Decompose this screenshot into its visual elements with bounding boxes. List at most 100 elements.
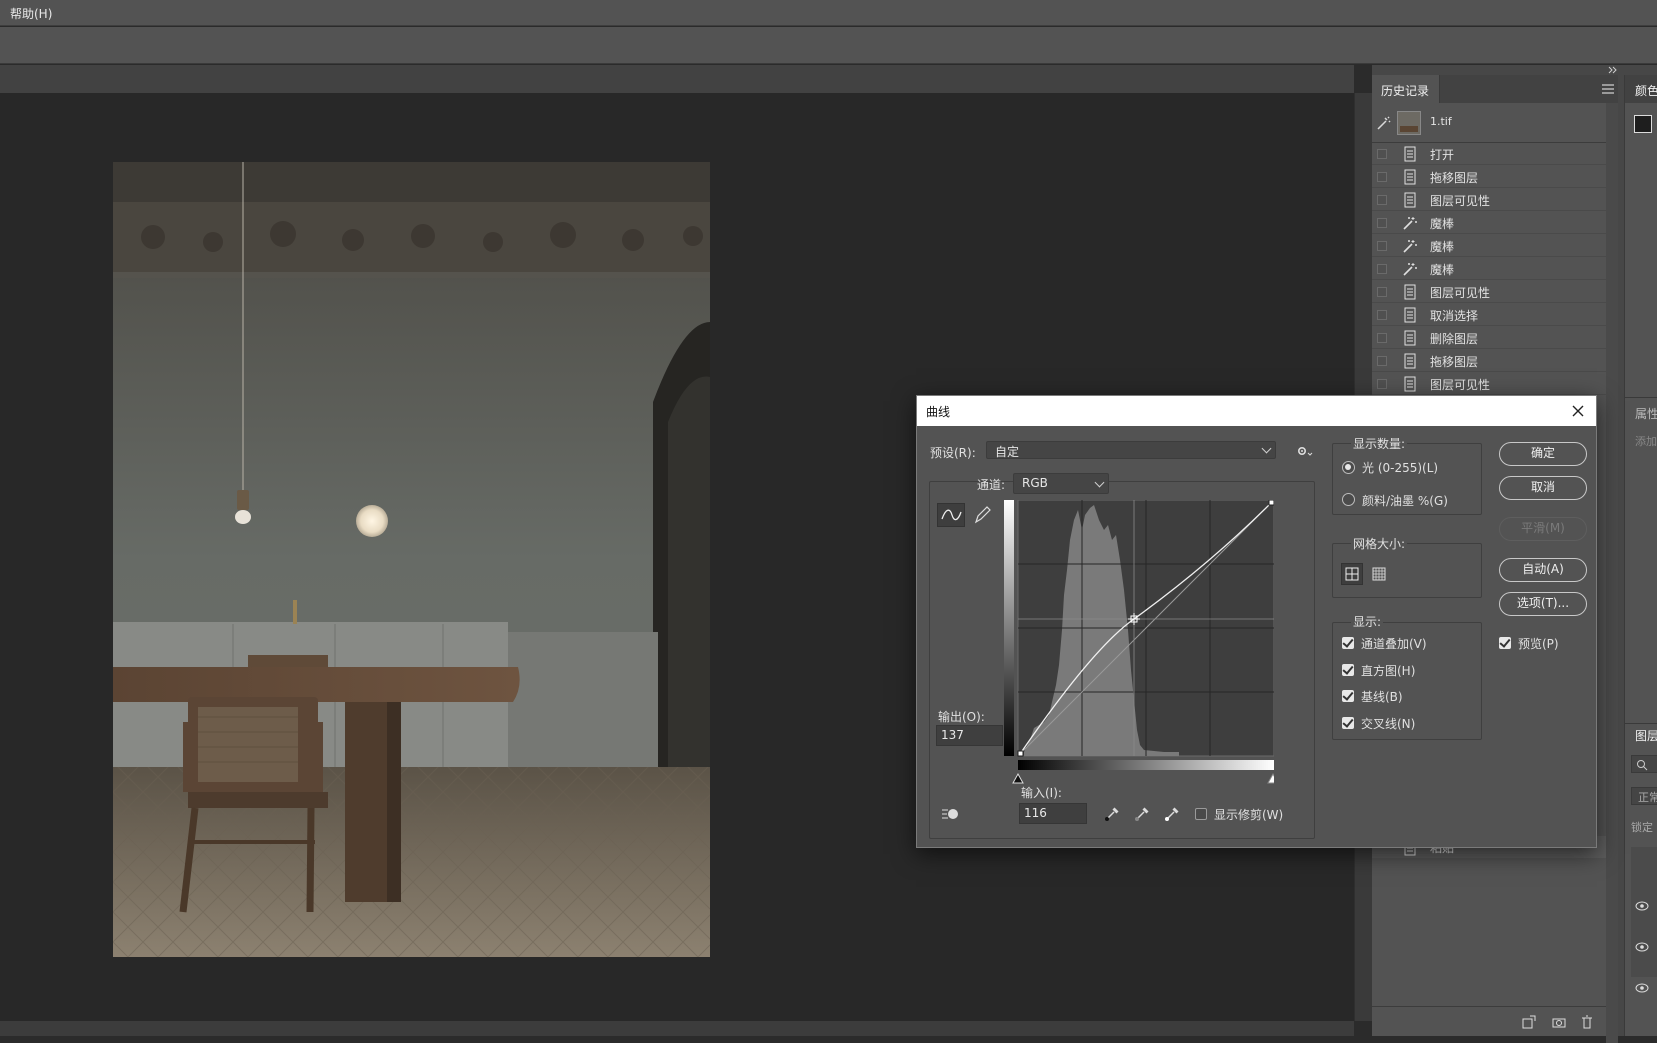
output-field[interactable]: 137: [936, 725, 1003, 746]
output-label: 输出(O):: [938, 710, 985, 724]
history-brush-source-icon[interactable]: [1376, 115, 1392, 131]
white-eyedropper-icon[interactable]: [1163, 805, 1181, 823]
history-item[interactable]: 删除图层: [1372, 327, 1606, 349]
history-brush-checkbox[interactable]: [1377, 356, 1387, 366]
menu-help[interactable]: 帮助(H): [10, 5, 52, 22]
doc-icon: [1404, 307, 1416, 323]
on-image-adjust-icon[interactable]: [940, 804, 962, 822]
history-footer: [1372, 1006, 1618, 1036]
history-item[interactable]: 图层可见性: [1372, 281, 1606, 303]
trash-icon[interactable]: [1580, 1015, 1594, 1029]
history-item[interactable]: 拖移图层: [1372, 350, 1606, 372]
close-icon[interactable]: [1568, 401, 1588, 421]
black-point: [1017, 750, 1024, 757]
history-brush-checkbox[interactable]: [1377, 241, 1387, 251]
white-input-slider: [1267, 772, 1274, 784]
blend-mode-select[interactable]: 正常: [1631, 787, 1657, 805]
history-item[interactable]: 图层可见性: [1372, 189, 1606, 211]
doc-icon: [1404, 146, 1416, 162]
history-brush-checkbox[interactable]: [1377, 218, 1387, 228]
ok-button[interactable]: 确定: [1499, 442, 1587, 466]
history-brush-checkbox[interactable]: [1377, 379, 1387, 389]
histogram-checkbox[interactable]: [1342, 664, 1354, 676]
lock-label: 锁定: [1631, 821, 1653, 834]
foreground-color-swatch[interactable]: [1634, 115, 1652, 133]
magic-wand-icon: [1403, 263, 1417, 276]
dialog-title-bar[interactable]: 曲线: [917, 396, 1596, 426]
baseline-checkbox[interactable]: [1342, 690, 1354, 702]
pencil-icon[interactable]: [972, 504, 992, 526]
history-snapshot[interactable]: 1.tif: [1372, 103, 1606, 143]
history-scrollbar[interactable]: [1606, 103, 1618, 1043]
auto-button[interactable]: 自动(A): [1499, 558, 1587, 582]
snapshot-name: 1.tif: [1430, 115, 1452, 128]
tab-properties[interactable]: 属性: [1635, 405, 1657, 422]
doc-icon: [1404, 376, 1416, 392]
history-item[interactable]: 取消选择: [1372, 304, 1606, 326]
black-input-slider: [1012, 772, 1024, 784]
history-brush-checkbox[interactable]: [1377, 287, 1387, 297]
tab-color[interactable]: 颜色: [1635, 82, 1657, 99]
history-brush-checkbox[interactable]: [1377, 333, 1387, 343]
curves-dialog: 曲线 预设(R): 自定 通道: RGB 输出(O): 137 输入(I): 1…: [916, 395, 1597, 848]
preview-checkbox[interactable]: [1499, 637, 1511, 649]
history-brush-checkbox[interactable]: [1377, 264, 1387, 274]
show-clipping-checkbox[interactable]: [1195, 808, 1207, 820]
options-button[interactable]: 选项(T)...: [1499, 592, 1587, 616]
camera-icon[interactable]: [1552, 1015, 1566, 1029]
collapse-panels-icon[interactable]: [1604, 64, 1620, 76]
search-icon: [1637, 760, 1648, 771]
dialog-title: 曲线: [926, 405, 951, 419]
light-radio[interactable]: [1342, 461, 1355, 474]
grid-fine-icon[interactable]: [1369, 564, 1389, 584]
history-item[interactable]: 魔棒: [1372, 258, 1606, 280]
smooth-button[interactable]: 平滑(M): [1499, 517, 1587, 541]
history-item-label: 图层可见性: [1430, 378, 1491, 392]
interior-photo: [113, 162, 710, 957]
chevron-down-icon: [1094, 477, 1105, 488]
chevron-down-icon: [1261, 443, 1272, 454]
history-item-label: 魔棒: [1430, 240, 1455, 254]
tab-layers[interactable]: 图层: [1635, 727, 1657, 744]
history-brush-checkbox[interactable]: [1377, 149, 1387, 159]
preset-select[interactable]: 自定: [986, 441, 1276, 459]
curves-graph[interactable]: [1004, 500, 1274, 800]
new-document-from-state-icon[interactable]: [1522, 1015, 1536, 1029]
history-item[interactable]: 魔棒: [1372, 235, 1606, 257]
magic-wand-icon: [1403, 217, 1417, 230]
cancel-button[interactable]: 取消: [1499, 476, 1587, 500]
tab-history[interactable]: 历史记录: [1372, 75, 1440, 103]
preset-label: 预设(R):: [930, 446, 976, 460]
panel-menu-icon[interactable]: [1602, 84, 1614, 94]
input-field[interactable]: 116: [1019, 803, 1087, 824]
eye-icon[interactable]: [1635, 983, 1649, 993]
eye-icon[interactable]: [1635, 942, 1649, 952]
history-item-label: 拖移图层: [1430, 171, 1479, 185]
black-eyedropper-icon[interactable]: [1103, 805, 1121, 823]
intersection-checkbox[interactable]: [1342, 717, 1354, 729]
channel-select[interactable]: RGB: [1013, 473, 1109, 494]
pigment-radio[interactable]: [1342, 493, 1355, 506]
baseline-label: 基线(B): [1361, 690, 1403, 704]
history-brush-checkbox[interactable]: [1377, 195, 1387, 205]
curve-point-tool[interactable]: [937, 503, 965, 527]
history-item[interactable]: 打开: [1372, 143, 1606, 165]
preset-options-gear-icon[interactable]: [1297, 445, 1313, 457]
input-label: 输入(I):: [1021, 786, 1062, 800]
history-brush-checkbox[interactable]: [1377, 172, 1387, 182]
history-item-label: 打开: [1430, 148, 1455, 162]
history-panel-tabs: 历史记录: [1372, 75, 1618, 103]
history-brush-checkbox[interactable]: [1377, 310, 1387, 320]
history-item-label: 删除图层: [1430, 332, 1479, 346]
gray-eyedropper-icon[interactable]: [1133, 805, 1151, 823]
history-item-label: 图层可见性: [1430, 286, 1491, 300]
doc-icon: [1404, 169, 1416, 185]
history-item[interactable]: 拖移图层: [1372, 166, 1606, 188]
document-image[interactable]: [113, 162, 710, 957]
eye-icon[interactable]: [1635, 901, 1649, 911]
history-item[interactable]: 图层可见性: [1372, 373, 1606, 395]
history-item[interactable]: 魔棒: [1372, 212, 1606, 234]
grid-4x4-button[interactable]: [1341, 563, 1363, 585]
layer-filter-search[interactable]: [1631, 755, 1657, 773]
channel-overlay-checkbox[interactable]: [1342, 637, 1354, 649]
